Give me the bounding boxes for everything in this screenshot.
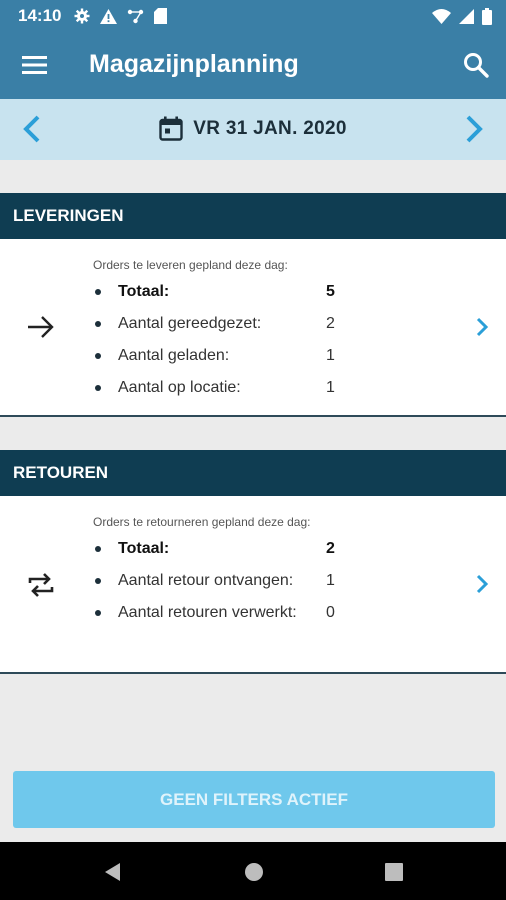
bullet <box>95 353 101 359</box>
row-value: 1 <box>326 379 335 396</box>
next-day-chevron-icon[interactable] <box>458 113 488 145</box>
repeat-icon <box>28 573 54 597</box>
deliveries-card[interactable]: LEVERINGEN Orders te leveren gepland dez… <box>0 193 506 417</box>
date-navigation-bar: VR 31 JAN. 2020 <box>0 99 506 160</box>
sd-card-icon <box>154 8 167 24</box>
chevron-right-icon[interactable] <box>474 574 490 594</box>
no-filters-active-button[interactable]: GEEN FILTERS ACTIEF <box>13 771 495 828</box>
home-icon[interactable] <box>243 861 265 883</box>
list-item: Aantal gereedgezet: 2 <box>93 308 356 340</box>
list-item: Aantal retouren verwerkt: 0 <box>93 597 356 629</box>
bullet <box>95 289 101 295</box>
deliveries-list: Totaal: 5 Aantal gereedgezet: 2 Aantal gel… <box>93 276 356 404</box>
returns-list: Totaal: 2 Aantal retour ontvangen: 1 Aanta… <box>93 533 356 629</box>
row-value: 1 <box>326 572 335 589</box>
row-label: Totaal: <box>118 283 170 300</box>
bullet <box>95 610 101 616</box>
row-value: 5 <box>326 283 335 300</box>
deliveries-header: LEVERINGEN <box>0 193 506 239</box>
row-label: Aantal op locatie: <box>118 379 241 396</box>
bullet <box>95 578 101 584</box>
date-display[interactable]: VR 31 JAN. 2020 <box>0 116 506 141</box>
row-value: 0 <box>326 604 335 621</box>
system-navigation-bar <box>0 842 506 900</box>
row-value: 1 <box>326 347 335 364</box>
selected-date: VR 31 JAN. 2020 <box>193 117 347 139</box>
warning-icon <box>100 8 117 24</box>
row-label: Aantal retour ontvangen: <box>118 572 294 589</box>
gear-icon <box>74 8 90 24</box>
row-value: 2 <box>326 540 335 557</box>
bullet <box>95 546 101 552</box>
network-icon <box>127 9 144 23</box>
returns-card[interactable]: RETOUREN Orders te retourneren gepland d… <box>0 450 506 674</box>
status-bar: 14:10 <box>0 0 506 32</box>
recent-apps-icon[interactable] <box>383 861 405 883</box>
bullet <box>95 321 101 327</box>
row-label: Aantal retouren verwerkt: <box>118 604 297 621</box>
deliveries-caption: Orders te leveren gepland deze dag: <box>93 258 288 272</box>
arrow-right-icon <box>28 316 54 338</box>
row-label: Aantal gereedgezet: <box>118 315 262 332</box>
list-item: Totaal: 5 <box>93 276 356 308</box>
back-icon[interactable] <box>102 861 124 883</box>
wifi-icon <box>432 8 451 24</box>
list-item: Aantal geladen: 1 <box>93 340 356 372</box>
returns-caption: Orders te retourneren gepland deze dag: <box>93 515 311 529</box>
signal-icon <box>459 8 474 24</box>
calendar-icon <box>159 116 183 141</box>
page-title: Magazijnplanning <box>89 50 299 78</box>
returns-header: RETOUREN <box>0 450 506 496</box>
list-item: Totaal: 2 <box>93 533 356 565</box>
row-label: Totaal: <box>118 540 170 557</box>
search-icon[interactable] <box>462 51 490 79</box>
list-item: Aantal op locatie: 1 <box>93 372 356 404</box>
row-value: 2 <box>326 315 335 332</box>
status-icons-left <box>74 6 167 26</box>
bullet <box>95 385 101 391</box>
list-item: Aantal retour ontvangen: 1 <box>93 565 356 597</box>
app-bar: Magazijnplanning <box>0 32 506 99</box>
battery-icon <box>482 7 492 25</box>
hamburger-menu-icon[interactable] <box>22 53 48 77</box>
row-label: Aantal geladen: <box>118 347 230 364</box>
deliveries-body: Orders te leveren gepland deze dag: Tota… <box>0 239 506 413</box>
status-icons-right <box>432 6 492 26</box>
status-time: 14:10 <box>18 6 62 25</box>
returns-body: Orders te retourneren gepland deze dag: … <box>0 496 506 670</box>
chevron-right-icon[interactable] <box>474 317 490 337</box>
